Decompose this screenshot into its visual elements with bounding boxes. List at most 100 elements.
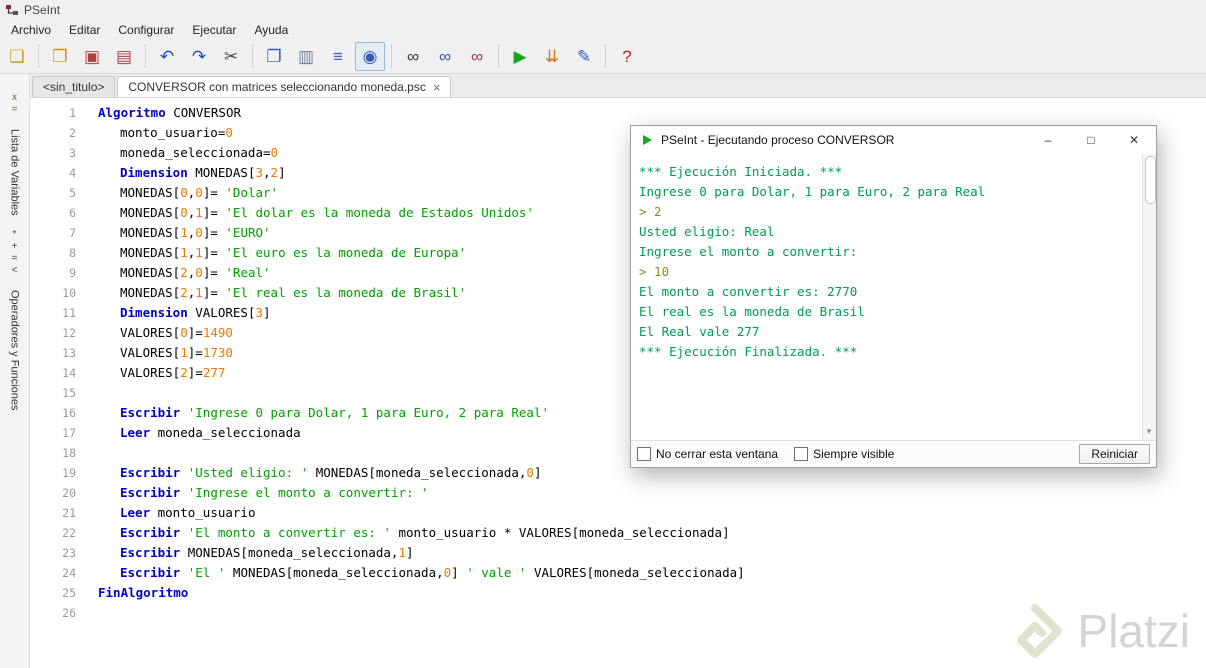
tab-bar: <sin_titulo> CONVERSOR con matrices selec… (30, 74, 1206, 98)
toolbar-separator (38, 44, 39, 68)
console-line: Ingrese el monto a convertir: (639, 244, 858, 259)
code-text: Escribir 'Ingrese el monto a convertir: … (120, 485, 429, 500)
run-step-icon[interactable]: ⇊ (537, 42, 567, 71)
line-number: 16 (62, 406, 76, 420)
minimize-button[interactable]: – (1030, 127, 1066, 153)
tab-label: <sin_titulo> (43, 80, 105, 94)
operators-panel-icon[interactable]: *+=< (9, 229, 20, 277)
menu-item-editar[interactable]: Editar (60, 21, 109, 39)
code-text: Escribir 'Usted eligio: ' MONEDAS[moneda… (120, 465, 542, 480)
line-number: 4 (69, 166, 76, 180)
pseint-app: { "window": { "title": "PSeInt" }, "menu… (0, 0, 1206, 668)
code-text: MONEDAS[1,0]= 'EURO' (120, 225, 271, 240)
zoom-view-icon[interactable]: ◉ (355, 41, 385, 71)
code-text: moneda_seleccionada=0 (120, 145, 279, 160)
code-text: MONEDAS[0,1]= 'El dolar es la moneda de … (120, 205, 534, 220)
copy-icon[interactable]: ❐ (259, 42, 289, 71)
console-line: El monto a convertir es: 2770 (639, 284, 858, 299)
tab-sin-titulo[interactable]: <sin_titulo> (32, 76, 116, 97)
platzi-watermark-text: Platzi (1077, 605, 1190, 657)
menu-item-configurar[interactable]: Configurar (109, 21, 183, 39)
always-visible-checkbox-box[interactable] (794, 447, 809, 461)
code-line[interactable]: 22 Escribir 'El monto a convertir es: ' m… (44, 523, 1206, 543)
sidebar-tab-operators[interactable]: Operadores y Funciones (9, 290, 21, 410)
code-text: VALORES[2]=277 (120, 365, 226, 380)
line-number: 2 (69, 126, 76, 140)
save-icon[interactable]: ▣ (77, 42, 107, 71)
line-number: 5 (69, 186, 76, 200)
code-text: Escribir 'El ' MONEDAS[moneda_selecciona… (120, 565, 745, 580)
scrollbar-thumb[interactable] (1145, 156, 1156, 204)
find-next-icon[interactable]: ∞ (430, 42, 460, 71)
no-close-checkbox[interactable]: No cerrar esta ventana (637, 447, 778, 461)
code-line[interactable]: 1 Algoritmo CONVERSOR (44, 103, 1206, 123)
help-icon[interactable]: ? (612, 42, 642, 71)
line-number: 24 (62, 566, 76, 580)
close-button[interactable]: ✕ (1116, 127, 1152, 153)
platzi-watermark: Platzi (1006, 602, 1190, 660)
undo-icon[interactable]: ↶ (152, 42, 182, 71)
run-window-title-bar[interactable]: PSeInt - Ejecutando proceso CONVERSOR – … (631, 126, 1156, 154)
find-replace-icon[interactable]: ∞ (462, 42, 492, 71)
open-file-icon[interactable]: ❒ (45, 42, 75, 71)
line-number: 20 (62, 486, 76, 500)
tab-conversor[interactable]: CONVERSOR con matrices seleccionando mon… (117, 76, 452, 97)
side-panel-strip: x= Lista de Variables *+=< Operadores y … (0, 74, 30, 668)
code-line[interactable]: 21 Leer monto_usuario (44, 503, 1206, 523)
redo-icon[interactable]: ↷ (184, 42, 214, 71)
code-line[interactable]: 24 Escribir 'El ' MONEDAS[moneda_seleccio… (44, 563, 1206, 583)
code-text: MONEDAS[0,0]= 'Dolar' (120, 185, 279, 200)
line-number: 25 (62, 586, 76, 600)
variables-panel-icon[interactable]: x= (9, 92, 20, 116)
restart-button[interactable]: Reiniciar (1079, 444, 1150, 464)
code-text: monto_usuario=0 (120, 125, 233, 140)
tab-close-icon[interactable]: × (433, 81, 441, 94)
save-all-icon[interactable]: ▤ (109, 42, 139, 71)
line-number: 12 (62, 326, 76, 340)
line-number: 13 (62, 346, 76, 360)
code-line[interactable]: 20 Escribir 'Ingrese el monto a convertir… (44, 483, 1206, 503)
line-number: 10 (62, 286, 76, 300)
menu-item-archivo[interactable]: Archivo (2, 21, 60, 39)
scroll-down-icon[interactable]: ▾ (1143, 424, 1155, 438)
code-text: MONEDAS[2,1]= 'El real es la moneda de B… (120, 285, 467, 300)
new-file-icon[interactable]: ❏ (2, 42, 32, 71)
console-line: El Real vale 277 (639, 324, 760, 339)
paste-icon[interactable]: ▥ (291, 42, 321, 71)
maximize-button[interactable]: □ (1073, 127, 1109, 153)
console-output[interactable]: *** Ejecución Iniciada. *** Ingrese 0 par… (631, 154, 1142, 440)
line-number: 19 (62, 466, 76, 480)
cut-icon[interactable]: ✂ (216, 42, 246, 71)
code-text: Escribir 'El monto a convertir es: ' mon… (120, 525, 730, 540)
toolbar-separator (252, 44, 253, 68)
code-line[interactable]: 23 Escribir MONEDAS[moneda_seleccionada,1… (44, 543, 1206, 563)
code-line[interactable]: 25 FinAlgoritmo (44, 583, 1206, 603)
indent-icon[interactable]: ≡ (323, 42, 353, 71)
menu-bar: Archivo Editar Configurar Ejecutar Ayuda (0, 20, 1206, 39)
line-number: 23 (62, 546, 76, 560)
run-window: PSeInt - Ejecutando proceso CONVERSOR – … (630, 125, 1157, 468)
sidebar-tab-variables[interactable]: Lista de Variables (9, 129, 21, 216)
console-scrollbar[interactable]: ▾ (1142, 154, 1156, 440)
menu-item-ejecutar[interactable]: Ejecutar (183, 21, 245, 39)
always-visible-checkbox[interactable]: Siempre visible (794, 447, 894, 461)
no-close-checkbox-box[interactable] (637, 447, 651, 461)
line-number: 7 (69, 226, 76, 240)
console-line: > 2 (639, 204, 662, 219)
code-text: Escribir MONEDAS[moneda_seleccionada,1] (120, 545, 414, 560)
app-logo-icon (6, 5, 18, 15)
run-window-title: PSeInt - Ejecutando proceso CONVERSOR (661, 133, 895, 147)
menu-item-ayuda[interactable]: Ayuda (245, 21, 297, 39)
title-bar[interactable]: PSeInt (0, 0, 1206, 20)
line-number: 1 (69, 106, 76, 120)
run-window-body: *** Ejecución Iniciada. *** Ingrese 0 par… (631, 154, 1156, 440)
console-line: > 10 (639, 264, 670, 279)
toolbar-separator (605, 44, 606, 68)
code-text: MONEDAS[1,1]= 'El euro es la moneda de E… (120, 245, 467, 260)
line-number: 26 (62, 606, 76, 620)
run-icon[interactable]: ▶ (505, 42, 535, 71)
find-icon[interactable]: ∞ (398, 42, 428, 71)
toolbar: ❏ ❒ ▣ ▤ ↶ ↷ ✂ ❐ ▥ ≡ ◉ ∞ ∞ ∞ ▶ ⇊ ✎? (0, 39, 1206, 74)
draw-flowchart-icon[interactable]: ✎ (569, 42, 599, 71)
line-number: 17 (62, 426, 76, 440)
